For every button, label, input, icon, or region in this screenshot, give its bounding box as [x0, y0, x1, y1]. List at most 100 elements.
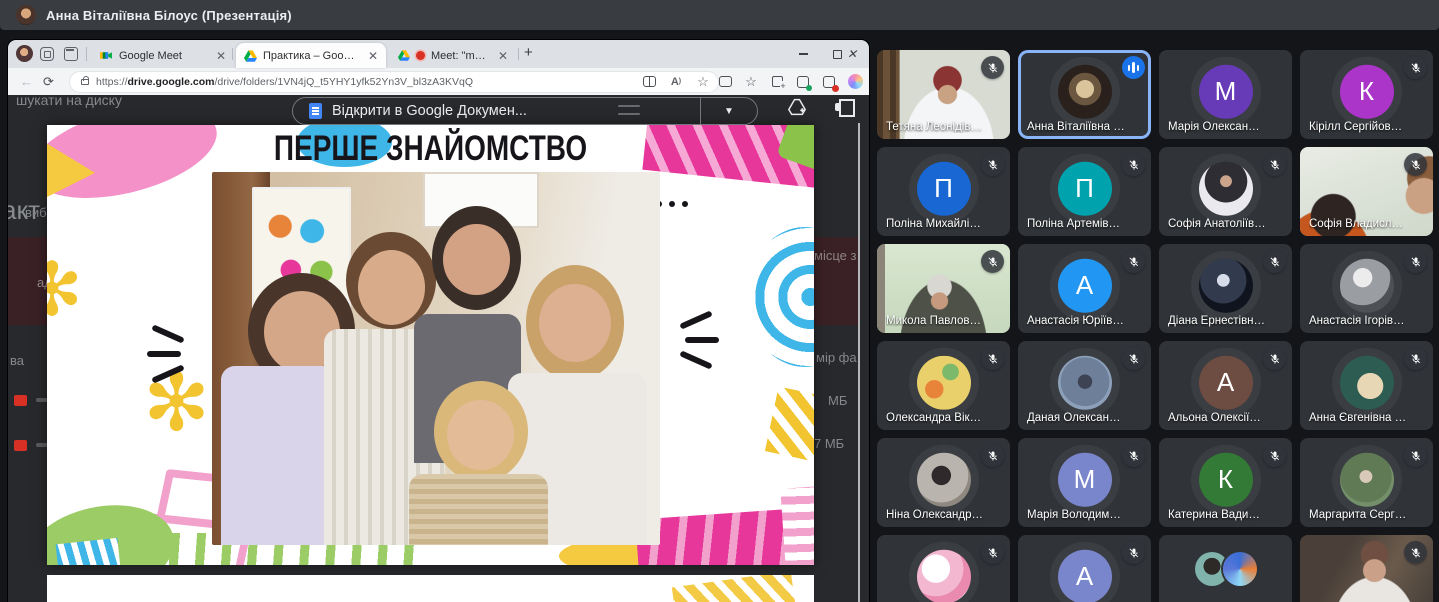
- participant-tile[interactable]: М Марія Володимирі...: [1018, 438, 1151, 527]
- participant-avatar: [917, 452, 971, 506]
- workspaces-icon[interactable]: [40, 47, 54, 61]
- favorites-icon[interactable]: ☆: [744, 75, 758, 89]
- mic-off-icon: [1263, 250, 1286, 273]
- tab-drive-praktyka[interactable]: Практика – Google Диск ✕: [236, 43, 386, 68]
- browser-address-bar: ← ⟳ https://drive.google.com/drive/folde…: [8, 68, 869, 95]
- avatar-initial: М: [1074, 464, 1096, 495]
- mic-off-icon: [1404, 541, 1427, 564]
- participant-tile[interactable]: А Альона Олексіївна...: [1159, 341, 1292, 430]
- participant-name: Анастасія Ігорівна ...: [1309, 315, 1407, 327]
- participant-tile[interactable]: А Анастасія Юріївна ...: [1018, 244, 1151, 333]
- open-with-button[interactable]: Відкрити в Google Докумен... ▼: [292, 97, 758, 125]
- participant-name: Маргарита Сергіїв...: [1309, 509, 1407, 521]
- split-screen-icon[interactable]: [642, 75, 656, 89]
- window-minimize-button[interactable]: [786, 40, 820, 68]
- participant-name: Олександра Вікто...: [886, 412, 984, 424]
- mic-off-icon: [1122, 347, 1145, 370]
- next-slide-preview: [47, 575, 814, 602]
- avatar-initial: А: [1217, 367, 1234, 398]
- participant-tile[interactable]: Анастасія Ігорівна ...: [1300, 244, 1433, 333]
- avatar-initial: М: [1215, 76, 1237, 107]
- participant-tile[interactable]: Софія Владиславів...: [1300, 147, 1433, 236]
- participant-tile[interactable]: А: [1018, 535, 1151, 602]
- participant-name: Альона Олексіївна...: [1168, 412, 1266, 424]
- tune-icon[interactable]: [618, 104, 640, 116]
- dimmed-file-icon: [14, 395, 27, 406]
- participant-name: Марія Олександрі...: [1168, 121, 1266, 133]
- mic-off-icon: [1263, 444, 1286, 467]
- dimmed-file-icon: [14, 440, 27, 451]
- mic-off-icon: [1404, 153, 1427, 176]
- print-icon[interactable]: [835, 99, 855, 115]
- participant-tile[interactable]: Анна Віталіївна Біл...: [1018, 50, 1151, 139]
- page-scrollbar[interactable]: [858, 123, 860, 602]
- extensions-icon[interactable]: [822, 75, 836, 89]
- tab-google-meet[interactable]: Google Meet ✕: [92, 43, 234, 68]
- tab-meet-call[interactable]: Meet: "mhq-aktx-fku" ✕: [390, 43, 516, 68]
- doodle-yellow-scribble: [672, 575, 796, 602]
- participant-tile[interactable]: Ніна Олександрівн...: [877, 438, 1010, 527]
- accent-mark: [151, 324, 185, 343]
- mic-off-icon: [1404, 444, 1427, 467]
- participant-avatar: А: [1058, 258, 1112, 312]
- chevron-down-icon[interactable]: ▼: [701, 106, 757, 117]
- tab-actions-icon[interactable]: [64, 47, 78, 61]
- participant-tile[interactable]: Софія Анатоліївна ...: [1159, 147, 1292, 236]
- browser-essentials-icon[interactable]: [796, 75, 810, 89]
- add-to-drive-icon[interactable]: [787, 98, 807, 116]
- tab-close-icon[interactable]: ✕: [212, 49, 226, 63]
- tab-close-icon[interactable]: ✕: [494, 49, 508, 63]
- collections-icon[interactable]: [770, 75, 784, 89]
- participant-tile[interactable]: Анна Євгенівна Ан...: [1300, 341, 1433, 430]
- copilot-icon[interactable]: [848, 74, 863, 89]
- new-tab-button[interactable]: +: [524, 44, 533, 61]
- doodle-blue-spiral: [747, 227, 814, 367]
- participant-tile[interactable]: Діана Ернестівна Я...: [1159, 244, 1292, 333]
- browser-profile-avatar[interactable]: [16, 45, 33, 62]
- mic-off-icon: [1404, 56, 1427, 79]
- participant-tile[interactable]: П Поліна Михайлівна...: [877, 147, 1010, 236]
- presenter-avatar: [16, 5, 36, 25]
- participant-tile[interactable]: Маргарита Сергіїв...: [1300, 438, 1433, 527]
- drive-favicon: [244, 50, 257, 62]
- participant-avatar: [1340, 355, 1394, 409]
- participant-tile[interactable]: [1300, 535, 1433, 602]
- participant-tile[interactable]: Даная Олександрі...: [1018, 341, 1151, 430]
- participant-tile[interactable]: М Марія Олександрі...: [1159, 50, 1292, 139]
- avatar-initial: К: [1359, 76, 1374, 107]
- mic-off-icon: [981, 56, 1004, 79]
- participant-tile[interactable]: П Поліна Артемівна ...: [1018, 147, 1151, 236]
- recording-indicator-icon: [416, 51, 425, 60]
- participant-tile[interactable]: К Катерина Вадимів...: [1159, 438, 1292, 527]
- participant-name: Анна Віталіївна Біл...: [1027, 121, 1125, 133]
- doodle-pink-strokes: [780, 485, 814, 565]
- mic-off-icon: [1122, 250, 1145, 273]
- participant-tile[interactable]: Микола Павлович ...: [877, 244, 1010, 333]
- participant-tile[interactable]: Ще 5 осіб: [1159, 535, 1292, 602]
- drive-preview-overlay: шукати на диску акт виб п ад місце з ва …: [8, 95, 869, 602]
- participant-tile[interactable]: Олександра Вікто...: [877, 341, 1010, 430]
- add-favorite-icon[interactable]: ☆: [696, 75, 710, 89]
- meet-favicon: [100, 50, 113, 61]
- window-close-button[interactable]: ✕: [835, 40, 869, 68]
- presenter-name: Анна Віталіївна Білоус (Презентація): [46, 8, 292, 23]
- doodle-yellow-star: ✻: [47, 253, 83, 327]
- participant-tile[interactable]: [877, 535, 1010, 602]
- participant-avatar: [1058, 355, 1112, 409]
- accent-mark: [147, 351, 181, 357]
- avatar-initial: А: [1076, 270, 1093, 301]
- participant-tile[interactable]: К Кірілл Сергійович ...: [1300, 50, 1433, 139]
- participant-name: Анастасія Юріївна ...: [1027, 315, 1125, 327]
- read-aloud-icon[interactable]: A): [669, 75, 683, 89]
- reload-icon[interactable]: ⟳: [43, 74, 54, 90]
- mic-off-icon: [981, 347, 1004, 370]
- back-icon[interactable]: ←: [20, 74, 33, 89]
- mic-off-icon: [1122, 541, 1145, 564]
- mic-off-icon: [981, 444, 1004, 467]
- tab-close-icon[interactable]: ✕: [364, 49, 378, 63]
- participant-tile[interactable]: Тетяна Леонідівна ...: [877, 50, 1010, 139]
- url-field[interactable]: https://drive.google.com/drive/folders/1…: [70, 72, 718, 92]
- split-window-icon[interactable]: [718, 75, 732, 89]
- participant-name: Анна Євгенівна Ан...: [1309, 412, 1407, 424]
- doodle-yellow-asterisk: ✻: [143, 363, 210, 443]
